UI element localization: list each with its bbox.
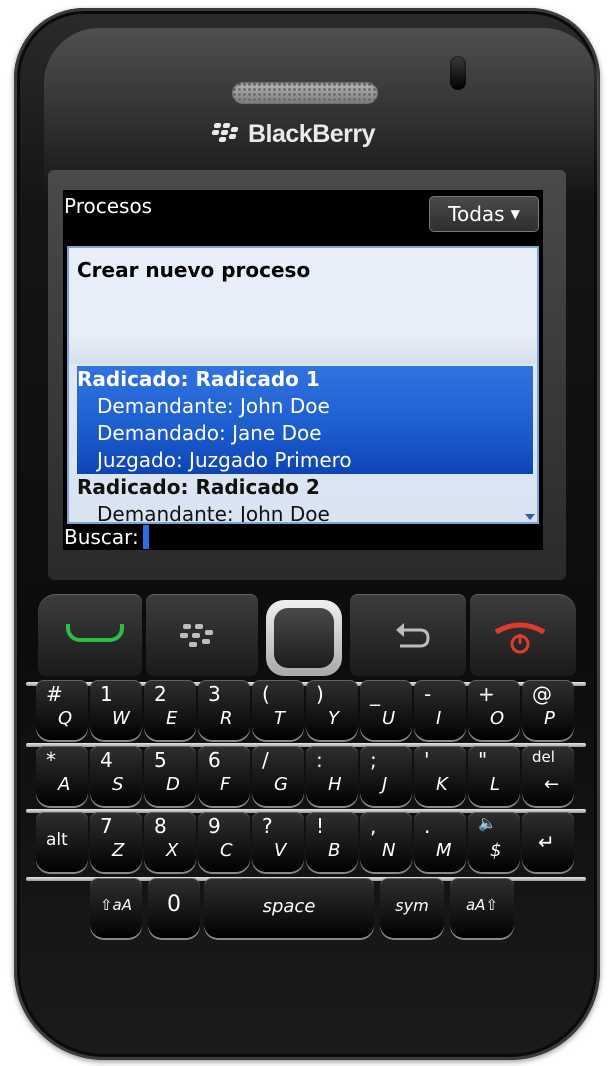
key-e[interactable]: 2E [144, 680, 196, 740]
list-item-plaintiff: Demandante: John Doe [97, 394, 330, 418]
key-k[interactable]: ' K [414, 746, 466, 806]
key-z[interactable]: 7Z [90, 812, 142, 872]
key-space[interactable]: space [204, 878, 374, 938]
key-o[interactable]: + O [468, 680, 520, 740]
key-delete[interactable]: del ← [522, 746, 574, 806]
key-s[interactable]: 4S [90, 746, 142, 806]
list-item-defendant: Demandado: Jane Doe [97, 421, 322, 445]
brand-logo: BlackBerry [211, 114, 412, 154]
trackpad[interactable] [266, 600, 342, 676]
keyboard-row: * A 4S 5D 6F / G :H ; J ' K " L del ← [36, 746, 580, 812]
key-n[interactable]: ,N [360, 812, 412, 872]
process-list[interactable]: Crear nuevo proceso Radicado: Radicado 1… [67, 246, 539, 524]
back-arrow-icon [396, 623, 430, 648]
key-t[interactable]: (T [252, 680, 304, 740]
filter-dropdown[interactable]: Todas ▼ [429, 196, 539, 232]
keyboard-row: alt 7Z 8X 9C ? V ! B ,N .M 🔈 $ ↵ [36, 812, 580, 878]
key-alt[interactable]: alt [36, 812, 88, 872]
key-sym[interactable]: sym [380, 878, 444, 938]
create-process-label: Crear nuevo proceso [77, 258, 311, 282]
search-label: Buscar: [64, 525, 139, 549]
key-u[interactable]: _ U [360, 680, 412, 740]
power-red-icon [494, 622, 546, 654]
key-b[interactable]: ! B [306, 812, 358, 872]
end-call-button[interactable] [470, 594, 576, 676]
key-w[interactable]: 1W [90, 680, 142, 740]
key-x[interactable]: 8X [144, 812, 196, 872]
earpiece-speaker [232, 82, 378, 104]
key-a[interactable]: * A [36, 746, 88, 806]
list-item-plaintiff: Demandante: John Doe [97, 502, 330, 524]
list-item[interactable]: Radicado: Radicado 1 Demandante: John Do… [77, 366, 533, 474]
back-button[interactable] [350, 594, 466, 676]
list-item-heading: Radicado: Radicado 1 [77, 367, 320, 391]
key-c[interactable]: 9C [198, 812, 250, 872]
blackberry-menu-icon [180, 624, 213, 647]
navigation-row [38, 594, 576, 682]
list-item-heading: Radicado: Radicado 2 [77, 475, 320, 499]
call-button[interactable] [38, 594, 142, 676]
key-i[interactable]: -I [414, 680, 466, 740]
key-speaker[interactable]: 🔈 $ [468, 812, 520, 872]
scroll-down-indicator-icon [525, 514, 535, 520]
keyboard-row: # Q 1W 2E 3R (T ) Y _ U -I + O @ P [36, 680, 580, 746]
key-shift-right[interactable]: aA⇧ [450, 878, 514, 938]
key-j[interactable]: ; J [360, 746, 412, 806]
list-item-court: Juzgado: Juzgado Primero [97, 448, 352, 472]
key-v[interactable]: ? V [252, 812, 304, 872]
keyboard-row: ⇧aA 0 space sym aA⇧ [36, 878, 580, 944]
screen: Procesos Todas ▼ Crear nuevo proceso Rad… [63, 190, 543, 550]
key-zero[interactable]: 0 [148, 878, 200, 938]
key-q[interactable]: # Q [36, 680, 88, 740]
page-title: Procesos [64, 194, 153, 218]
backspace-icon: ← [544, 774, 560, 795]
list-item[interactable]: Radicado: Radicado 2 Demandante: John Do… [77, 474, 533, 524]
key-y[interactable]: ) Y [306, 680, 358, 740]
light-sensor [450, 56, 466, 90]
key-enter[interactable]: ↵ [522, 812, 574, 872]
title-bar: Procesos Todas ▼ [63, 190, 543, 242]
chevron-down-icon: ▼ [510, 207, 520, 221]
key-f[interactable]: 6F [198, 746, 250, 806]
key-p[interactable]: @ P [522, 680, 574, 740]
key-h[interactable]: :H [306, 746, 358, 806]
menu-button[interactable] [146, 594, 258, 676]
filter-label: Todas [448, 202, 505, 226]
brand-name: BlackBerry [248, 119, 376, 148]
key-shift-left[interactable]: ⇧aA [90, 878, 142, 938]
create-process-item[interactable]: Crear nuevo proceso [69, 248, 537, 364]
key-d[interactable]: 5D [144, 746, 196, 806]
key-g[interactable]: / G [252, 746, 304, 806]
key-m[interactable]: .M [414, 812, 466, 872]
phone-green-icon [66, 624, 124, 642]
blackberry-logo-icon [211, 123, 242, 145]
key-r[interactable]: 3R [198, 680, 250, 740]
key-l[interactable]: " L [468, 746, 520, 806]
enter-icon: ↵ [538, 830, 555, 854]
speaker-icon: 🔈 [478, 814, 497, 832]
search-bar[interactable]: Buscar: [63, 524, 543, 550]
text-cursor [142, 525, 149, 549]
